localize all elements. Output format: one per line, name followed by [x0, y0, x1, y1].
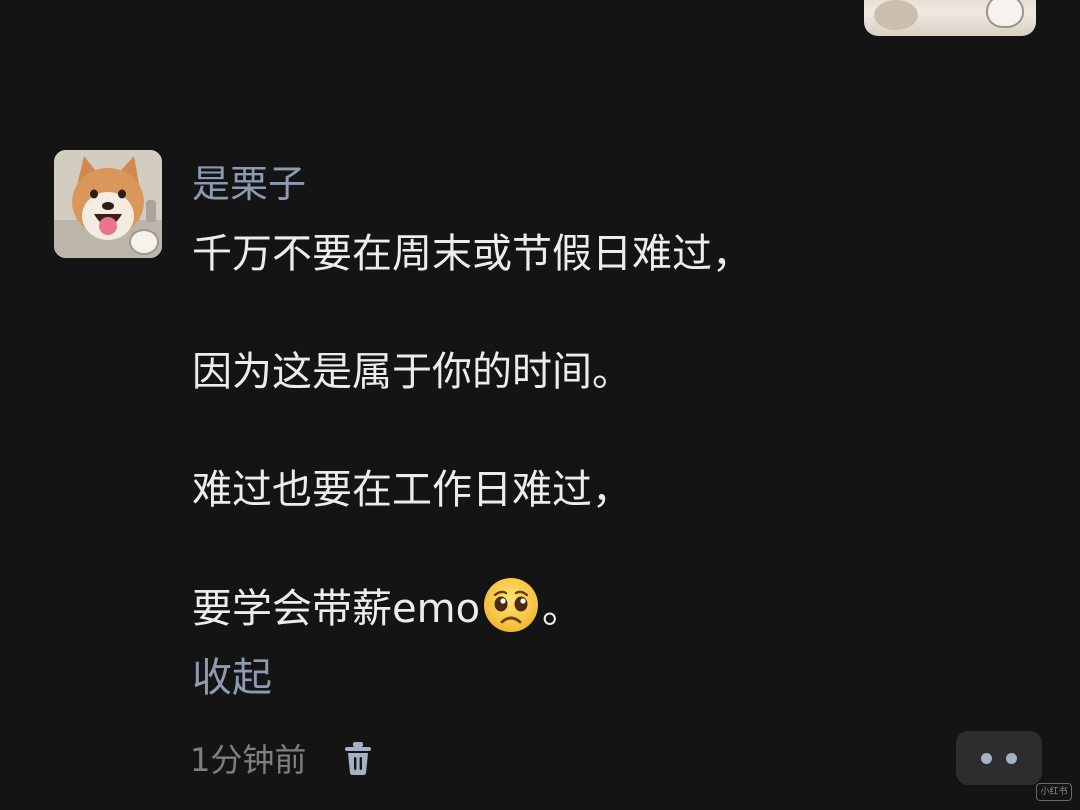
shiba-avatar-icon — [54, 150, 162, 258]
previous-image-thumbnail[interactable] — [864, 0, 1036, 36]
comment-line-1: 千万不要在周末或节假日难过， — [192, 231, 752, 277]
comment-line-3: 难过也要在工作日难过， — [192, 467, 632, 513]
comment-body: 千万不要在周末或节假日难过， 因为这是属于你的时间。 难过也要在工作日难过， 要… — [192, 222, 1012, 640]
pleading-face-emoji-icon — [482, 576, 540, 634]
comment-timestamp: 1分钟前 — [190, 741, 307, 779]
more-options-button[interactable] — [956, 731, 1042, 785]
comment-line-4-text: 要学会带薪emo — [192, 586, 481, 632]
collapse-button[interactable]: 收起 — [192, 650, 272, 706]
comment-line-2: 因为这是属于你的时间。 — [192, 349, 632, 395]
comment-line-4: 要学会带薪emo 。 — [192, 576, 1012, 640]
trash-icon[interactable] — [342, 738, 374, 778]
thumbnail-fur — [874, 0, 918, 30]
more-dots-icon-2 — [1006, 752, 1017, 764]
avatar[interactable] — [54, 150, 162, 258]
comment-line-4-suffix: 。 — [542, 586, 583, 632]
more-dots-icon — [981, 752, 992, 764]
thumbnail-paw — [986, 0, 1024, 28]
watermark-logo: 小红书 — [1036, 783, 1072, 801]
comment-username[interactable]: 是栗子 — [192, 158, 306, 210]
comment-meta: 1分钟前 — [190, 732, 374, 784]
